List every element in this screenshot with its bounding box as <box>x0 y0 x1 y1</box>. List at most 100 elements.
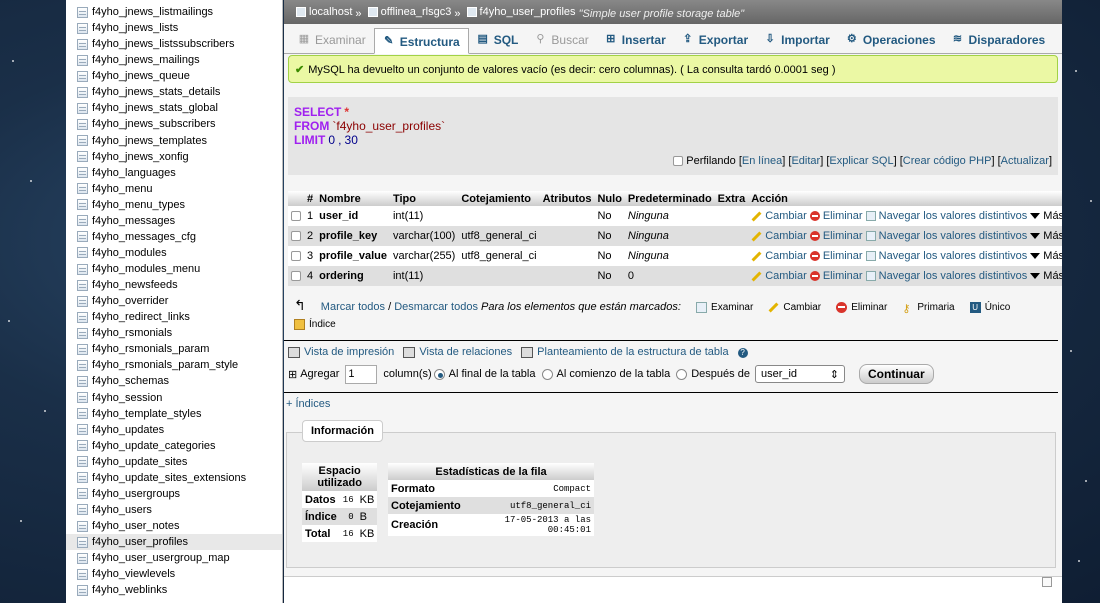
table-icon[interactable] <box>77 167 88 179</box>
more-menu[interactable]: Más <box>1043 270 1062 282</box>
bulk-browse-button[interactable]: Examinar <box>711 302 753 313</box>
sidebar-table-label[interactable]: f4yho_jnews_lists <box>92 22 178 34</box>
drop-link[interactable]: Eliminar <box>823 250 863 262</box>
check-all-link[interactable]: Marcar todos <box>321 301 385 313</box>
sidebar-table-label[interactable]: f4yho_newsfeeds <box>92 279 178 291</box>
table-icon[interactable] <box>77 408 88 420</box>
table-icon[interactable] <box>77 199 88 211</box>
distinct-values-link[interactable]: Navegar los valores distintivos <box>879 230 1028 242</box>
bulk-change-button[interactable]: Cambiar <box>783 302 821 313</box>
sidebar-table-item[interactable]: f4yho_jnews_listmailings <box>66 4 282 20</box>
sidebar-table-item[interactable]: f4yho_update_sites_extensions <box>66 470 282 486</box>
sidebar-table-label[interactable]: f4yho_usergroups <box>92 488 180 500</box>
table-icon[interactable] <box>77 504 88 516</box>
sidebar-table-label[interactable]: f4yho_jnews_stats_global <box>92 102 218 114</box>
tab-exportar[interactable]: ⇪ Exportar <box>674 27 756 53</box>
sidebar-table-label[interactable]: f4yho_jnews_queue <box>92 70 190 82</box>
sidebar-table-item[interactable]: f4yho_redirect_links <box>66 309 282 325</box>
table-icon[interactable] <box>77 472 88 484</box>
tab-estructura[interactable]: ✎ Estructura <box>373 28 469 54</box>
indices-link[interactable]: + Índices <box>286 398 330 410</box>
change-link[interactable]: Cambiar <box>765 250 807 262</box>
sidebar-table-label[interactable]: f4yho_schemas <box>92 375 169 387</box>
sidebar-table-label[interactable]: f4yho_jnews_listssubscribers <box>92 38 234 50</box>
sidebar-table-item[interactable]: f4yho_user_profiles <box>66 534 282 551</box>
continue-button[interactable]: Continuar <box>858 364 934 384</box>
sidebar-table-label[interactable]: f4yho_user_notes <box>92 520 179 532</box>
table-icon[interactable] <box>77 359 88 371</box>
sidebar-table-item[interactable]: f4yho_updates <box>66 422 282 438</box>
radio-end[interactable] <box>433 368 445 380</box>
sidebar-table-label[interactable]: f4yho_messages <box>92 215 175 227</box>
sidebar-table-item[interactable]: f4yho_jnews_subscribers <box>66 116 282 132</box>
table-icon[interactable] <box>77 584 88 596</box>
help-icon[interactable]: ? <box>737 348 748 358</box>
sidebar-table-label[interactable]: f4yho_menu <box>92 183 153 195</box>
sidebar-table-label[interactable]: f4yho_update_sites <box>92 456 187 468</box>
sidebar-table-item[interactable]: f4yho_overrider <box>66 293 282 309</box>
sidebar-table-item[interactable]: f4yho_rsmonials <box>66 325 282 341</box>
table-icon[interactable] <box>77 86 88 98</box>
tab-operaciones[interactable]: ⚙ Operaciones <box>838 27 944 53</box>
sidebar-table-item[interactable]: f4yho_messages <box>66 213 282 229</box>
more-menu[interactable]: Más <box>1043 250 1062 262</box>
table-icon[interactable] <box>77 327 88 339</box>
sidebar-table-label[interactable]: f4yho_update_categories <box>92 440 216 452</box>
table-icon[interactable] <box>77 440 88 452</box>
sidebar-table-label[interactable]: f4yho_overrider <box>92 295 168 307</box>
breadcrumb-server[interactable]: localhost <box>296 6 352 18</box>
table-icon[interactable] <box>77 375 88 387</box>
tab-disparadores[interactable]: ≋ Disparadores <box>944 27 1054 53</box>
table-icon[interactable] <box>77 520 88 532</box>
table-icon[interactable] <box>77 488 88 500</box>
sidebar-table-label[interactable]: f4yho_update_sites_extensions <box>92 472 246 484</box>
console-toggle-icon[interactable] <box>1042 577 1052 587</box>
sidebar-table-item[interactable]: f4yho_jnews_queue <box>66 68 282 84</box>
sidebar-table-item[interactable]: f4yho_usergroups <box>66 486 282 502</box>
sidebar-table-label[interactable]: f4yho_menu_types <box>92 199 185 211</box>
table-icon[interactable] <box>77 552 88 564</box>
table-icon[interactable] <box>77 568 88 580</box>
table-icon[interactable] <box>77 424 88 436</box>
profiling-checkbox[interactable] <box>673 156 684 167</box>
bulk-unique-button[interactable]: Único <box>985 302 1011 313</box>
print-view-link[interactable]: Vista de impresión <box>304 346 394 358</box>
sidebar-table-label[interactable]: f4yho_jnews_subscribers <box>92 118 216 130</box>
dropdown-arrow-icon[interactable] <box>1030 273 1041 280</box>
table-icon[interactable] <box>77 456 88 468</box>
sidebar-table-label[interactable]: f4yho_users <box>92 504 152 516</box>
bulk-primary-button[interactable]: Primaria <box>917 302 954 313</box>
sql-link[interactable]: Explicar SQL <box>829 155 893 167</box>
table-icon[interactable] <box>77 118 88 130</box>
table-icon[interactable] <box>77 231 88 243</box>
tab-sql[interactable]: ▤ SQL <box>469 27 527 53</box>
sidebar-table-label[interactable]: f4yho_rsmonials_param <box>92 343 209 355</box>
sidebar-table-item[interactable]: f4yho_modules <box>66 245 282 261</box>
table-icon[interactable] <box>77 392 88 404</box>
sidebar-table-label[interactable]: f4yho_jnews_templates <box>92 135 207 147</box>
distinct-values-link[interactable]: Navegar los valores distintivos <box>879 270 1028 282</box>
sidebar-table-item[interactable]: f4yho_rsmonials_param_style <box>66 357 282 373</box>
sidebar-table-label[interactable]: f4yho_jnews_xonfig <box>92 151 189 163</box>
tab-insertar[interactable]: ⊞ Insertar <box>597 27 674 53</box>
radio-start[interactable] <box>541 368 553 380</box>
sidebar-table-item[interactable]: f4yho_weblinks <box>66 582 282 598</box>
distinct-values-link[interactable]: Navegar los valores distintivos <box>879 210 1028 222</box>
bulk-drop-button[interactable]: Eliminar <box>851 302 887 313</box>
sidebar-table-item[interactable]: f4yho_menu <box>66 181 282 197</box>
sidebar-table-label[interactable]: f4yho_jnews_listmailings <box>92 6 213 18</box>
table-icon[interactable] <box>77 102 88 114</box>
change-link[interactable]: Cambiar <box>765 270 807 282</box>
tab-importar[interactable]: ⇩ Importar <box>756 27 838 53</box>
sidebar-table-label[interactable]: f4yho_weblinks <box>92 584 167 596</box>
tab-examinar[interactable]: ▦ Examinar <box>290 27 374 53</box>
drop-link[interactable]: Eliminar <box>823 230 863 242</box>
table-icon[interactable] <box>77 183 88 195</box>
sidebar-table-label[interactable]: f4yho_user_usergroup_map <box>92 552 230 564</box>
column-count-input[interactable] <box>345 364 378 384</box>
sidebar-table-label[interactable]: f4yho_languages <box>92 167 176 179</box>
sidebar-table-item[interactable]: f4yho_jnews_xonfig <box>66 149 282 165</box>
table-icon[interactable] <box>77 247 88 259</box>
sidebar-table-item[interactable]: f4yho_users <box>66 502 282 518</box>
sidebar-table-item[interactable]: f4yho_jnews_stats_global <box>66 100 282 116</box>
